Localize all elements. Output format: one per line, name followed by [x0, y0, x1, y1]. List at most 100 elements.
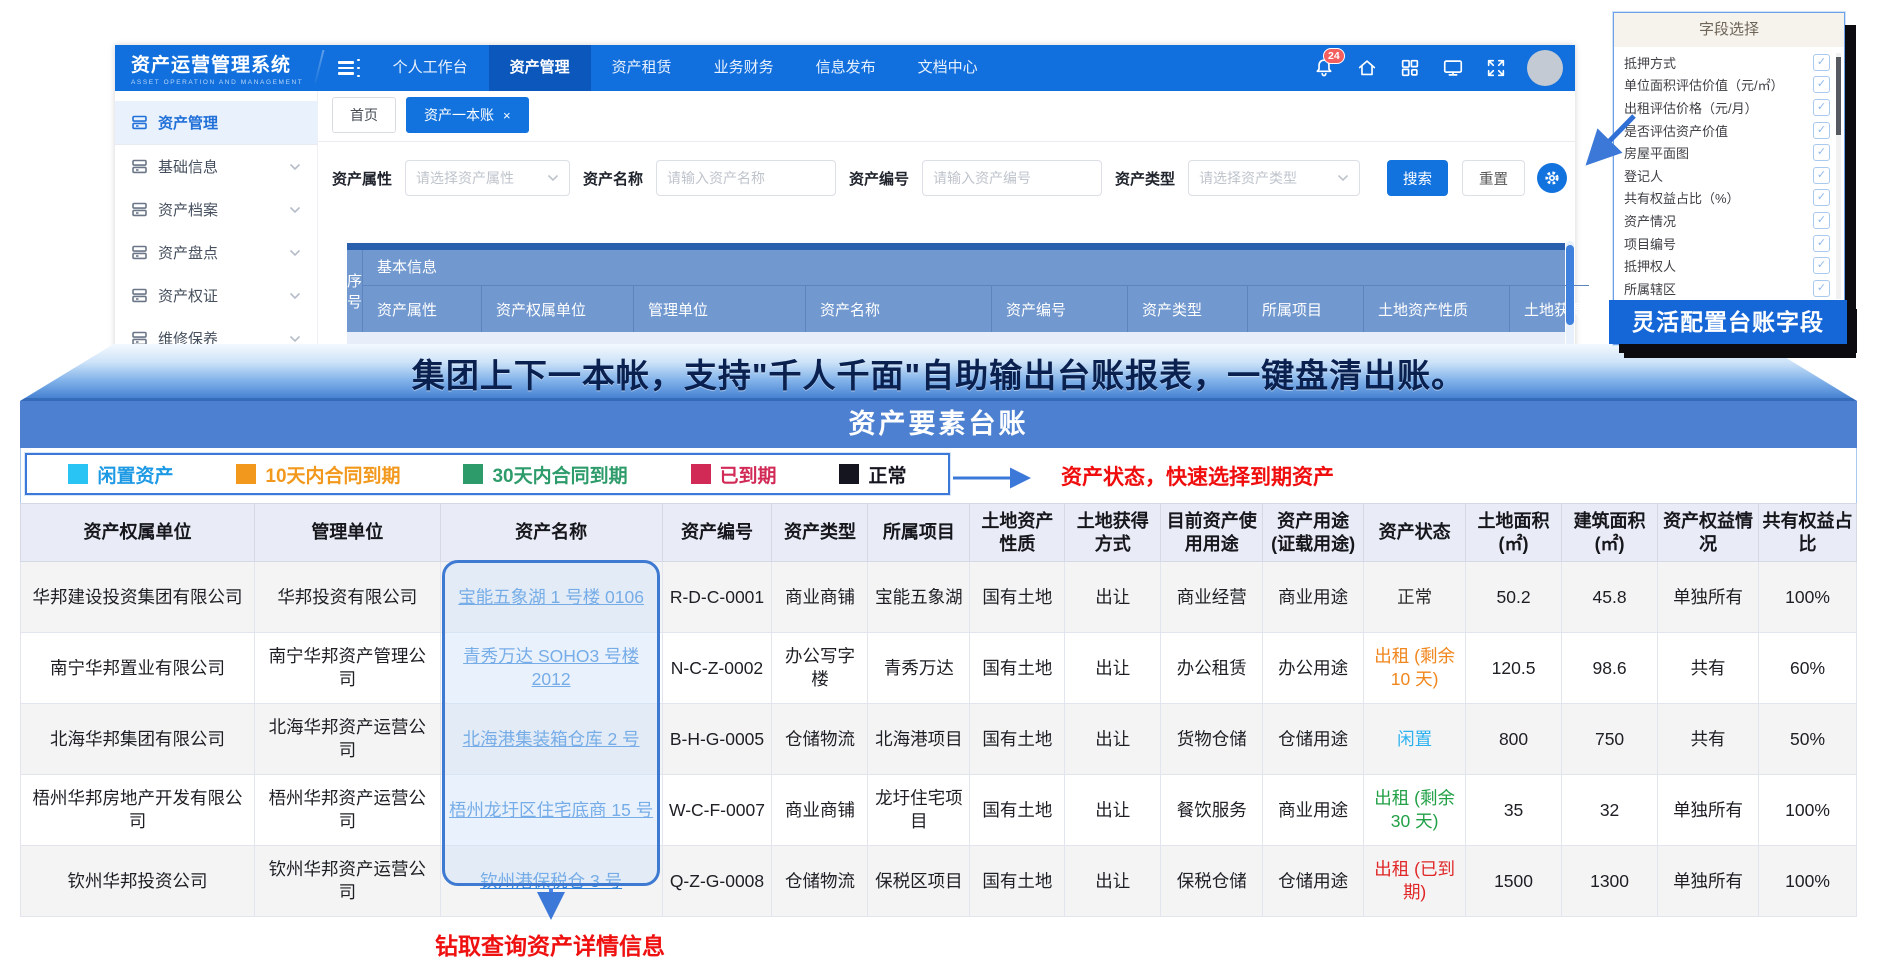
field-option-label: 出租评估价格（元/月）: [1624, 98, 1813, 117]
scrollbar-thumb[interactable]: [1566, 245, 1574, 325]
nav-item-4[interactable]: 业务财务: [693, 45, 795, 91]
asset-name-link[interactable]: 梧州龙圩区住宅底商 15 号: [449, 800, 653, 820]
cell-land_nature: 国有土地: [970, 633, 1065, 704]
legend-item-5[interactable]: 正常: [839, 461, 906, 488]
legend-label: 30天内合同到期: [492, 461, 627, 488]
cell-current_use: 货物仓储: [1161, 704, 1263, 775]
asset-name-link[interactable]: 宝能五象湖 1 号楼 0106: [458, 587, 644, 607]
field-option-label: 所属辖区: [1624, 279, 1813, 298]
sidebar-item-2[interactable]: 基础信息: [115, 145, 317, 188]
cell-cert_use: 仓储用途: [1263, 846, 1364, 917]
checkbox-checked-icon[interactable]: ✓: [1813, 54, 1830, 71]
checkbox-checked-icon[interactable]: ✓: [1813, 144, 1830, 161]
cell-manager: 南宁华邦资产管理公司: [254, 633, 440, 704]
menu-collapse-icon[interactable]: [338, 53, 360, 83]
legend-item-1[interactable]: 闲置资产: [68, 461, 173, 488]
field-list: 抵押方式✓单位面积评估价值（元/㎡）✓出租评估价格（元/月）✓是否评估资产价值✓…: [1614, 51, 1834, 300]
asset-name-link[interactable]: 北海港集装箱仓库 2 号: [463, 729, 640, 749]
cell-asset_type: 仓储物流: [772, 704, 868, 775]
bg-column-header: 土地获得方式: [1509, 286, 1589, 332]
cell-land_nature: 国有土地: [970, 846, 1065, 917]
cell-status: 出租 (已到期): [1364, 846, 1466, 917]
search-button[interactable]: 搜索: [1387, 160, 1448, 196]
checkbox-checked-icon[interactable]: ✓: [1813, 280, 1830, 297]
cell-land_area: 1500: [1466, 846, 1562, 917]
nav-item-5[interactable]: 信息发布: [795, 45, 897, 91]
cell-current_use: 办公租赁: [1161, 633, 1263, 704]
bg-col-seq: 序号: [347, 250, 363, 332]
legend-item-3[interactable]: 30天内合同到期: [463, 461, 627, 488]
cell-equity: 单独所有: [1658, 562, 1759, 633]
fullscreen-icon[interactable]: [1484, 56, 1508, 80]
checkbox-checked-icon[interactable]: ✓: [1813, 122, 1830, 139]
cell-manager: 北海华邦资产运营公司: [254, 704, 440, 775]
sidebar-item-1[interactable]: 资产管理: [115, 101, 317, 145]
checkbox-checked-icon[interactable]: ✓: [1813, 212, 1830, 229]
field-option-7: 共有权益占比（%）✓: [1624, 187, 1834, 210]
notification-bell-icon[interactable]: 24: [1312, 56, 1336, 80]
checkbox-checked-icon[interactable]: ✓: [1813, 257, 1830, 274]
cell-share_ratio: 60%: [1759, 633, 1857, 704]
cell-land_nature: 国有土地: [970, 562, 1065, 633]
close-icon[interactable]: ×: [503, 108, 511, 123]
filter-input-2[interactable]: 请输入资产名称: [656, 160, 836, 196]
app-window: 资产运营管理系统 ASSET OPERATION AND MANAGEMENT …: [115, 45, 1575, 357]
field-panel-scrollbar[interactable]: [1836, 53, 1841, 299]
checkbox-checked-icon[interactable]: ✓: [1813, 189, 1830, 206]
checkbox-checked-icon[interactable]: ✓: [1813, 76, 1830, 93]
legend-annotation: 资产状态，快速选择到期资产: [1061, 448, 1334, 503]
tab-label: 首页: [350, 107, 378, 123]
asset-name-link[interactable]: 钦州港保税仓 3 号: [480, 871, 622, 891]
asset-name-link[interactable]: 青秀万达 SOHO3 号楼 2012: [463, 646, 639, 689]
column-header-1: 资产权属单位: [21, 504, 255, 562]
table-row-2: 南宁华邦置业有限公司南宁华邦资产管理公司青秀万达 SOHO3 号楼 2012N-…: [21, 633, 1857, 704]
cell-asset_type: 商业商铺: [772, 562, 868, 633]
nav-item-1[interactable]: 个人工作台: [372, 45, 489, 91]
ledger-section: 资产要素台账 闲置资产10天内合同到期30天内合同到期已到期正常 资产状态，快速…: [20, 401, 1857, 917]
field-panel-title: 字段选择: [1614, 13, 1844, 47]
user-avatar[interactable]: [1527, 50, 1563, 86]
nav-item-6[interactable]: 文档中心: [897, 45, 999, 91]
cell-equity: 共有: [1658, 704, 1759, 775]
nav-item-2[interactable]: 资产管理: [489, 45, 591, 91]
sidebar-item-5[interactable]: 资产权证: [115, 274, 317, 317]
legend-color-swatch: [839, 464, 859, 484]
filter-input-3[interactable]: 请输入资产编号: [922, 160, 1102, 196]
cell-land_area: 800: [1466, 704, 1562, 775]
asset-table: 资产权属单位管理单位资产名称资产编号资产类型所属项目土地资产性质土地获得方式目前…: [20, 503, 1857, 917]
cell-building_area: 98.6: [1562, 633, 1658, 704]
legend-item-4[interactable]: 已到期: [691, 461, 777, 488]
reset-button[interactable]: 重置: [1462, 160, 1525, 196]
chevron-down-icon: [289, 244, 301, 261]
filter-select-1[interactable]: 请选择资产属性: [405, 160, 570, 196]
tab-1[interactable]: 首页: [332, 97, 396, 133]
filter-select-4[interactable]: 请选择资产类型: [1188, 160, 1360, 196]
tab-2[interactable]: 资产一本账×: [406, 97, 529, 133]
table-row-5: 钦州华邦投资公司钦州华邦资产运营公司钦州港保税仓 3 号Q-Z-G-0008仓储…: [21, 846, 1857, 917]
menu-module-icon: [131, 201, 148, 218]
sidebar-item-4[interactable]: 资产盘点: [115, 231, 317, 274]
screen: 资产运营管理系统 ASSET OPERATION AND MANAGEMENT …: [0, 0, 1877, 962]
cell-code: N-C-Z-0002: [662, 633, 772, 704]
legend-item-2[interactable]: 10天内合同到期: [236, 461, 400, 488]
cell-project: 宝能五象湖: [868, 562, 970, 633]
checkbox-checked-icon[interactable]: ✓: [1813, 235, 1830, 252]
cell-asset_name: 钦州港保税仓 3 号: [440, 846, 662, 917]
cell-manager: 华邦投资有限公司: [254, 562, 440, 633]
field-panel-scrollbar-thumb[interactable]: [1836, 57, 1841, 135]
column-header-15: 共有权益占比: [1759, 504, 1857, 562]
home-icon[interactable]: [1355, 56, 1379, 80]
apps-grid-icon[interactable]: [1398, 56, 1422, 80]
monitor-icon[interactable]: [1441, 56, 1465, 80]
column-settings-button[interactable]: [1537, 163, 1567, 193]
cell-share_ratio: 100%: [1759, 562, 1857, 633]
cell-land_nature: 国有土地: [970, 775, 1065, 846]
sidebar-item-3[interactable]: 资产档案: [115, 188, 317, 231]
table-row-1: 华邦建设投资集团有限公司华邦投资有限公司宝能五象湖 1 号楼 0106R-D-C…: [21, 562, 1857, 633]
banner-ribbon: 集团上下一本帐，支持"千人千面"自助输出台账报表，一键盘清出账。: [20, 344, 1857, 401]
cell-code: R-D-C-0001: [662, 562, 772, 633]
checkbox-checked-icon[interactable]: ✓: [1813, 99, 1830, 116]
checkbox-checked-icon[interactable]: ✓: [1813, 167, 1830, 184]
bg-column-header: 资产类型: [1127, 286, 1247, 332]
nav-item-3[interactable]: 资产租赁: [591, 45, 693, 91]
